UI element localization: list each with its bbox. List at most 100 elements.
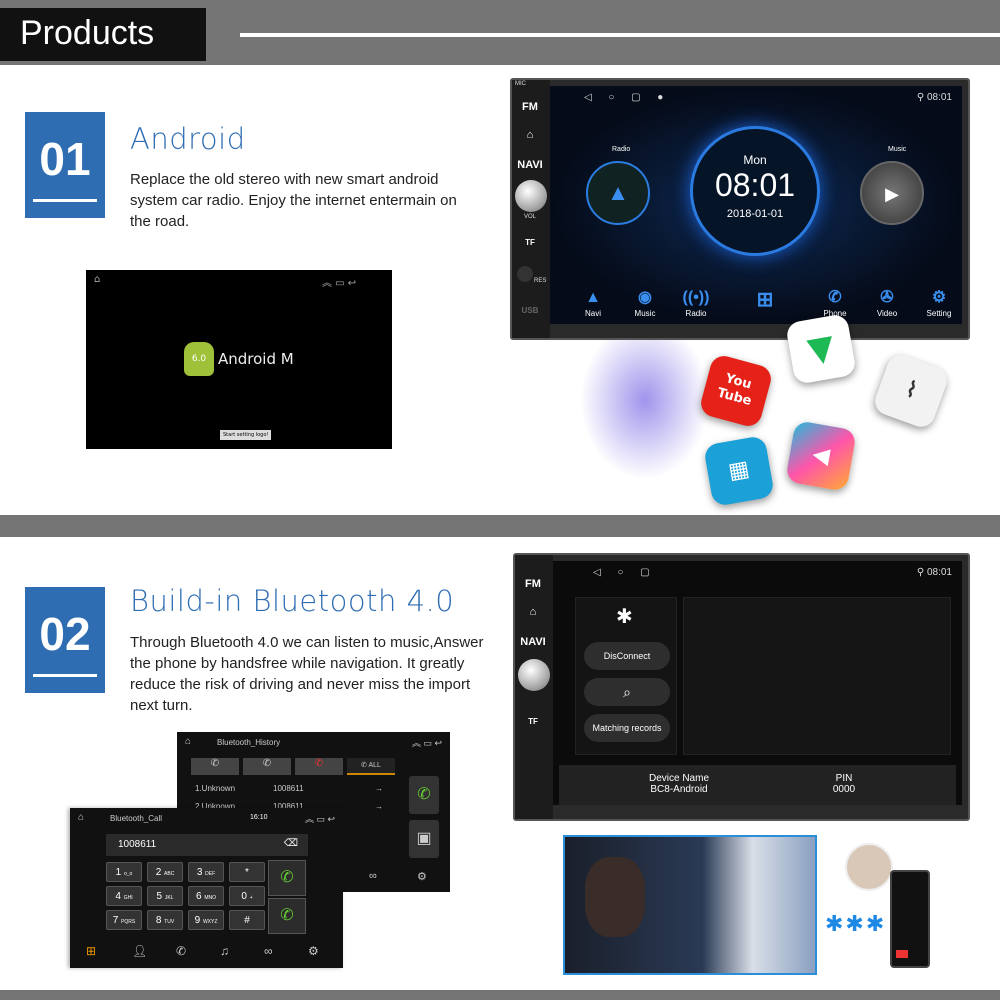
contacts-tab-icon[interactable]: 👤︎ (132, 944, 147, 958)
android-logo-icon: 6.0 (184, 342, 214, 376)
android-nav-buttons[interactable]: ◁ ○ ▢ ● (584, 92, 663, 103)
dial-number-input[interactable]: 1008611 ⌫ (106, 834, 308, 856)
link-tab-icon[interactable]: ∞ (264, 944, 273, 958)
keypad-key[interactable]: 1 o_o (106, 862, 142, 882)
home-button[interactable]: ⌂ (519, 601, 547, 623)
outgoing-calls-tab[interactable]: ✆ (243, 758, 291, 775)
dock-setting[interactable]: ⚙ Setting (914, 287, 964, 318)
keypad-key[interactable]: 6 MNO (188, 886, 224, 906)
radio-tower-icon: ((•)) (682, 289, 710, 306)
device-info-bar: Device Name BC8-Android PIN 0000 (559, 765, 956, 805)
keypad-key[interactable]: 8 TUV (147, 910, 183, 930)
audio-wave-icon: ⌇ (871, 351, 951, 431)
keypad-key[interactable]: # (229, 910, 265, 930)
navi-button[interactable]: NAVI (516, 154, 544, 176)
link-icon[interactable]: ∞ (369, 870, 377, 882)
bt-call-screen: ⌂ Bluetooth_Call 16:10 ︽ ▭ ↩ 1008611 ⌫ ✆ … (70, 808, 343, 968)
clock-widget: Mon 08:01 2018-01-01 (690, 126, 820, 256)
section-description: Through Bluetooth 4.0 we can listen to m… (130, 634, 484, 714)
keypad-key[interactable]: 7 PQRS (106, 910, 142, 930)
keypad-key[interactable]: 2 ABC (147, 862, 183, 882)
calendar-app-icon: ▦ (703, 435, 775, 507)
keypad-key[interactable]: 0 + (229, 886, 265, 906)
head-unit-2: FM ⌂ NAVI TF ◁ ○ ▢ ⚲ 08:01 ✱ DisConnect … (513, 553, 970, 821)
clock-date: 2018-01-01 (726, 208, 784, 220)
incoming-calls-tab[interactable]: ✆ (191, 758, 239, 775)
phone-icon: ✆ (828, 289, 842, 306)
disconnect-button[interactable]: DisConnect (584, 642, 670, 670)
gear-icon[interactable]: ⚙ (417, 870, 427, 883)
music-disc-icon: ◉ (638, 289, 652, 306)
tf-slot: TF (525, 238, 535, 247)
usb-port: USB (521, 306, 539, 315)
bluetooth-signal-icons: ✱✱✱ (825, 912, 887, 937)
footer-band (0, 990, 1000, 1000)
fm-button[interactable]: FM (516, 96, 544, 118)
header-title: Products (0, 8, 206, 61)
reset-button[interactable] (517, 266, 533, 282)
transfer-button[interactable]: ▣ (409, 820, 439, 858)
home-icon: ⌂ (78, 812, 85, 823)
water-splash (580, 320, 710, 480)
bt-history-title: Bluetooth_History (217, 738, 281, 747)
start-setting-button[interactable]: Start setting logo! (220, 430, 272, 440)
missed-calls-tab[interactable]: ✆ (295, 758, 343, 775)
res-label: RES (534, 278, 547, 284)
music-label: Music (888, 146, 907, 153)
call-log-tab-icon[interactable]: ✆ (176, 944, 186, 958)
home-icon: ⌂ (185, 736, 192, 747)
device-list (683, 597, 951, 755)
header-rule (240, 33, 1000, 37)
home-icon: ⌂ (94, 274, 101, 285)
section-title: Build-in Bluetooth 4.0 (130, 584, 455, 618)
volume-knob[interactable] (518, 659, 550, 691)
search-device-button[interactable]: ⌕ (584, 678, 670, 706)
smartphone-graphic (890, 870, 930, 968)
vol-label: VOL (524, 214, 537, 220)
status-time: ⚲ 08:01 (916, 567, 952, 578)
keypad-key[interactable]: 3 DEF (188, 862, 224, 882)
section-divider (0, 515, 1000, 537)
status-time: ⚲ 08:01 (916, 92, 952, 103)
settings-tab-icon[interactable]: ⚙ (308, 944, 319, 958)
all-calls-tab[interactable]: ✆ ALL (347, 758, 395, 775)
dock-apps[interactable]: ⊞ (740, 287, 790, 314)
dock-navi[interactable]: ▲ Navi (568, 289, 618, 318)
window-controls[interactable]: ︽ ▭ ↩ (305, 812, 335, 825)
play-store-icon: ▼ (785, 313, 857, 385)
bluetooth-icon: ✱ (616, 606, 633, 628)
keypad-key[interactable]: 9 WXYZ (188, 910, 224, 930)
dock-video[interactable]: ✇ Video (862, 287, 912, 318)
keypad-key[interactable]: 4 GHI (106, 886, 142, 906)
music-tab-icon[interactable]: ♫ (220, 944, 229, 958)
android-logo-text: Android M (218, 350, 294, 368)
keypad-key[interactable]: * (229, 862, 265, 882)
dock-music[interactable]: ◉ Music (620, 287, 670, 318)
home-screen: ◁ ○ ▢ ● ⚲ 08:01 Radio ▲ Music ▶ Mon 08:0… (550, 86, 962, 324)
android-nav-buttons[interactable]: ◁ ○ ▢ (593, 567, 650, 578)
window-controls[interactable]: ︽ ▭ ↩ (412, 736, 442, 749)
volume-knob[interactable] (515, 180, 547, 212)
section-number-02: 02 (25, 587, 105, 693)
home-button[interactable]: ⌂ (516, 124, 544, 146)
film-reel-icon: ✇ (880, 289, 894, 306)
dialpad-tab-icon[interactable]: ⊞ (86, 944, 96, 958)
dock-phone[interactable]: ✆ Phone (810, 287, 860, 318)
radio-widget[interactable]: ▲ (586, 161, 650, 225)
call-button[interactable]: ✆ (409, 776, 439, 814)
keypad-key[interactable]: 5 JKL (147, 886, 183, 906)
section-title: Android (130, 122, 246, 156)
caller-avatar (845, 843, 893, 891)
matching-records-button[interactable]: Matching records (584, 714, 670, 742)
music-widget[interactable]: ▶ (860, 161, 924, 225)
dock-radio[interactable]: ((•)) Radio (671, 289, 721, 318)
clock-day: Mon (743, 153, 767, 167)
radio-label: Radio (612, 146, 631, 153)
redial-button[interactable]: ✆ (268, 898, 306, 934)
gear-icon: ⚙ (931, 289, 947, 306)
dial-button[interactable]: ✆ (268, 860, 306, 896)
backspace-icon: ⌫ (283, 838, 298, 849)
clock-time: 08:01 (714, 167, 796, 203)
status-icons: ︽ ▭ ↩ (322, 278, 357, 289)
call-row[interactable]: 1.Unknown 1008611 → (195, 784, 385, 793)
